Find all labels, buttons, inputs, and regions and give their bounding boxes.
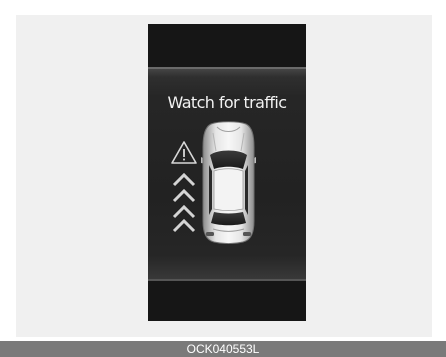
- band-top-edge: [148, 67, 306, 69]
- warning-message: Watch for traffic: [167, 93, 288, 112]
- triple-chevron-up-icon: [172, 172, 196, 233]
- cluster-display: Watch for traffic: [148, 24, 306, 321]
- car-top-view-icon: [201, 121, 256, 244]
- warning-triangle-icon: [171, 141, 197, 164]
- figure-code: OCK040553L: [186, 342, 260, 356]
- figure-frame: Watch for traffic OCK040553L: [0, 0, 446, 357]
- band-bottom-edge: [148, 279, 306, 281]
- caption-bar: OCK040553L: [0, 341, 446, 357]
